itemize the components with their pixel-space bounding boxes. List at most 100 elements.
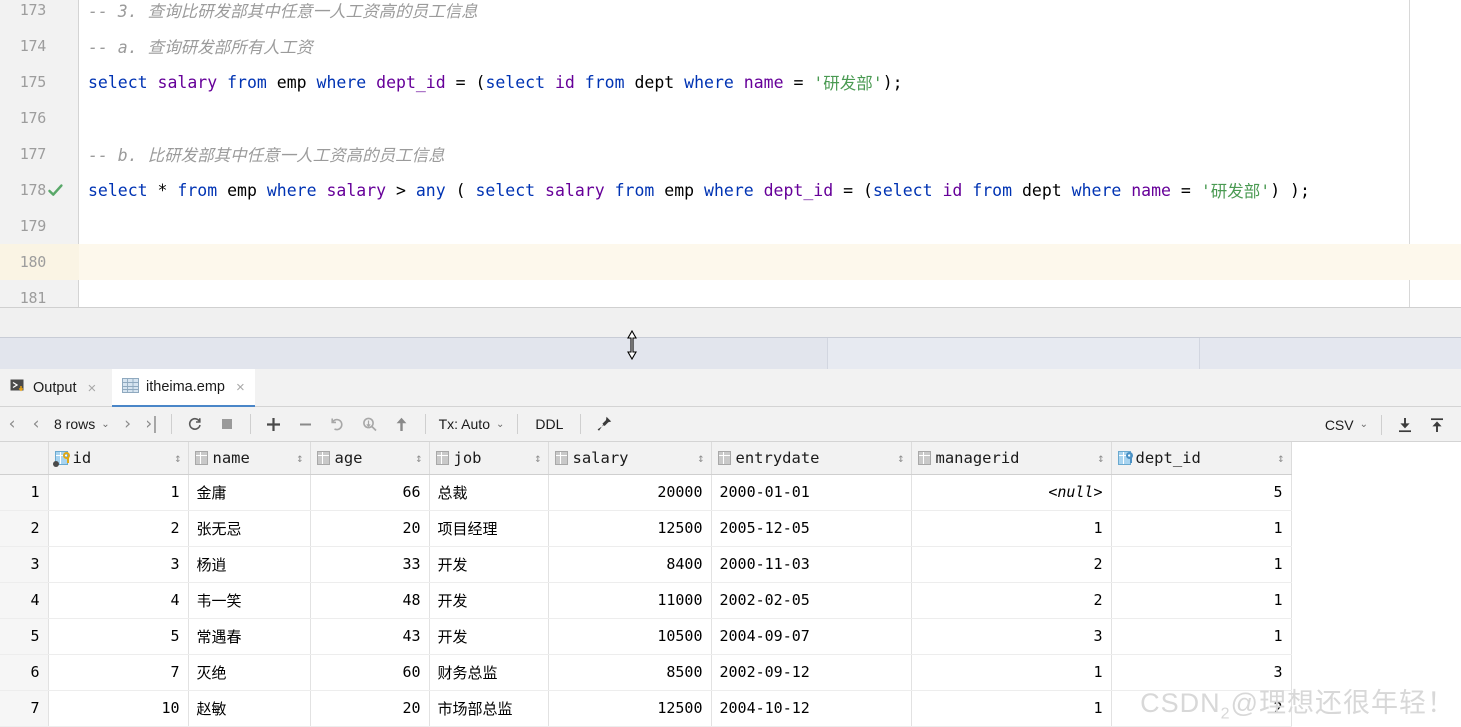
cell-entrydate[interactable]: 2000-01-01 xyxy=(711,474,912,511)
cell-job[interactable]: 开发 xyxy=(429,546,549,583)
cell-salary[interactable]: 12500 xyxy=(548,510,712,547)
cell-name[interactable]: 常遇春 xyxy=(188,618,311,655)
stop-icon[interactable] xyxy=(211,407,243,442)
cell-age[interactable]: 33 xyxy=(310,546,430,583)
cell-job[interactable]: 财务总监 xyxy=(429,654,549,691)
results-splitter-band[interactable] xyxy=(0,337,1461,370)
sql-editor-pane[interactable]: 173 -- 3. 查询比研发部其中任意一人工资高的员工信息 174 -- a. 查询… xyxy=(0,0,1461,307)
table-row[interactable]: 3 3 杨逍 33 开发 8400 2000-11-03 2 1 xyxy=(0,546,1292,583)
cell-managerid[interactable]: <null> xyxy=(911,474,1112,511)
upload-to-db-icon[interactable] xyxy=(1421,407,1453,442)
cell-id[interactable]: 1 xyxy=(48,474,189,511)
cell-job[interactable]: 市场部总监 xyxy=(429,690,549,727)
cell-job[interactable]: 总裁 xyxy=(429,474,549,511)
add-row-button[interactable] xyxy=(258,407,290,442)
cell-managerid[interactable]: 1 xyxy=(911,510,1112,547)
cell-managerid[interactable]: 1 xyxy=(911,690,1112,727)
cell-name[interactable]: 张无忌 xyxy=(188,510,311,547)
cell-entrydate[interactable]: 2004-10-12 xyxy=(711,690,912,727)
sort-toggle-icon[interactable]: ↕ xyxy=(1277,452,1284,464)
cell-dept_id[interactable]: 1 xyxy=(1111,510,1292,547)
undo-icon[interactable] xyxy=(322,407,354,442)
cell-entrydate[interactable]: 2004-09-07 xyxy=(711,618,912,655)
next-page-button[interactable]: › xyxy=(116,407,140,442)
result-grid[interactable]: id ↕ name ↕ age ↕ job ↕ salary ↕ entrydate ↕ manager… xyxy=(0,442,1461,727)
cell-name[interactable]: 赵敏 xyxy=(188,690,311,727)
prev-page-button[interactable]: ‹ xyxy=(24,407,48,442)
cell-id[interactable]: 7 xyxy=(48,654,189,691)
cell-age[interactable]: 20 xyxy=(310,510,430,547)
sort-toggle-icon[interactable]: ↕ xyxy=(415,452,422,464)
cell-entrydate[interactable]: 2002-09-12 xyxy=(711,654,912,691)
cell-id[interactable]: 5 xyxy=(48,618,189,655)
cell-managerid[interactable]: 2 xyxy=(911,546,1112,583)
row-count-dropdown[interactable]: 8 rows ⌄ xyxy=(48,407,116,442)
cell-dept_id[interactable]: 3 xyxy=(1111,654,1292,691)
table-row[interactable]: 1 1 金庸 66 总裁 20000 2000-01-01 <null> 5 xyxy=(0,474,1292,511)
pin-icon[interactable] xyxy=(588,407,620,442)
cell-age[interactable]: 48 xyxy=(310,582,430,619)
cell-managerid[interactable]: 3 xyxy=(911,618,1112,655)
column-header-name[interactable]: name ↕ xyxy=(188,442,311,475)
sort-toggle-icon[interactable]: ↕ xyxy=(1097,452,1104,464)
cell-name[interactable]: 杨逍 xyxy=(188,546,311,583)
row-number-cell[interactable]: 7 xyxy=(0,690,49,727)
cell-job[interactable]: 开发 xyxy=(429,618,549,655)
column-header-id[interactable]: id ↕ xyxy=(48,442,189,475)
cell-salary[interactable]: 10500 xyxy=(548,618,712,655)
cell-id[interactable]: 3 xyxy=(48,546,189,583)
row-number-cell[interactable]: 6 xyxy=(0,654,49,691)
column-header-dept_id[interactable]: dept_id ↕ xyxy=(1111,442,1292,475)
cell-job[interactable]: 开发 xyxy=(429,582,549,619)
cell-dept_id[interactable]: 1 xyxy=(1111,582,1292,619)
column-header-age[interactable]: age ↕ xyxy=(310,442,430,475)
row-number-cell[interactable]: 5 xyxy=(0,618,49,655)
last-page-button[interactable]: ›| xyxy=(140,407,164,442)
row-number-cell[interactable]: 3 xyxy=(0,546,49,583)
upload-icon[interactable] xyxy=(386,407,418,442)
cell-name[interactable]: 金庸 xyxy=(188,474,311,511)
table-row[interactable]: 7 10 赵敏 20 市场部总监 12500 2004-10-12 1 2 xyxy=(0,690,1292,727)
tab-itheima-emp-close-icon[interactable]: × xyxy=(236,380,245,395)
cell-name[interactable]: 灭绝 xyxy=(188,654,311,691)
cell-entrydate[interactable]: 2000-11-03 xyxy=(711,546,912,583)
row-number-cell[interactable]: 1 xyxy=(0,474,49,511)
cell-salary[interactable]: 8500 xyxy=(548,654,712,691)
column-header-job[interactable]: job ↕ xyxy=(429,442,549,475)
cell-id[interactable]: 4 xyxy=(48,582,189,619)
cell-salary[interactable]: 12500 xyxy=(548,690,712,727)
sort-toggle-icon[interactable]: ↕ xyxy=(174,452,181,464)
sort-toggle-icon[interactable]: ↕ xyxy=(897,452,904,464)
cell-managerid[interactable]: 1 xyxy=(911,654,1112,691)
sort-toggle-icon[interactable]: ↕ xyxy=(697,452,704,464)
cell-age[interactable]: 60 xyxy=(310,654,430,691)
tab-output-close-icon[interactable]: × xyxy=(88,381,97,396)
refresh-icon[interactable] xyxy=(179,407,211,442)
export-format-dropdown[interactable]: CSV ⌄ xyxy=(1319,407,1374,442)
tab-output[interactable]: Output × xyxy=(0,369,106,407)
cell-entrydate[interactable]: 2002-02-05 xyxy=(711,582,912,619)
cell-id[interactable]: 10 xyxy=(48,690,189,727)
cell-salary[interactable]: 20000 xyxy=(548,474,712,511)
cell-dept_id[interactable]: 1 xyxy=(1111,546,1292,583)
cell-age[interactable]: 43 xyxy=(310,618,430,655)
cell-dept_id[interactable]: 5 xyxy=(1111,474,1292,511)
column-header-salary[interactable]: salary ↕ xyxy=(548,442,712,475)
sort-toggle-icon[interactable]: ↕ xyxy=(534,452,541,464)
table-row[interactable]: 6 7 灭绝 60 财务总监 8500 2002-09-12 1 3 xyxy=(0,654,1292,691)
cell-name[interactable]: 韦一笑 xyxy=(188,582,311,619)
column-header-entrydate[interactable]: entrydate ↕ xyxy=(711,442,912,475)
delete-row-button[interactable] xyxy=(290,407,322,442)
cell-age[interactable]: 66 xyxy=(310,474,430,511)
cell-salary[interactable]: 11000 xyxy=(548,582,712,619)
table-row[interactable]: 4 4 韦一笑 48 开发 11000 2002-02-05 2 1 xyxy=(0,582,1292,619)
find-icon[interactable] xyxy=(354,407,386,442)
transaction-mode-dropdown[interactable]: Tx: Auto ⌄ xyxy=(433,407,511,442)
cell-salary[interactable]: 8400 xyxy=(548,546,712,583)
cell-id[interactable]: 2 xyxy=(48,510,189,547)
column-header-managerid[interactable]: managerid ↕ xyxy=(911,442,1112,475)
download-icon[interactable] xyxy=(1389,407,1421,442)
cell-dept_id[interactable]: 1 xyxy=(1111,618,1292,655)
tab-itheima-emp[interactable]: itheima.emp × xyxy=(112,369,255,407)
cell-age[interactable]: 20 xyxy=(310,690,430,727)
